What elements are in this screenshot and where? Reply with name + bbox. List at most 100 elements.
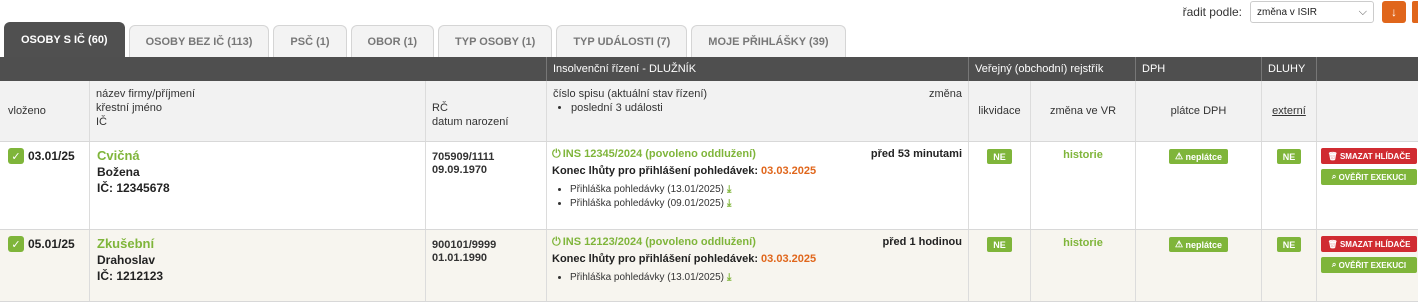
insolvency-link[interactable]: ⏻ INS 12123/2024 (povoleno oddlužení) [552,236,756,249]
col-file-l2: poslední 3 události [571,101,962,115]
insolvency-file: INS 12123/2024 (povoleno oddlužení) [562,236,756,248]
verify-execution-button[interactable]: ⌕ OVĚŘIT EXEKUCI [1321,169,1417,185]
sort-bar: řadit podle: změna v ISIR ⌵ ↓ [1183,0,1418,24]
col-file-l1: číslo spisu (aktuální stav řízení) [553,88,708,100]
debt-badge: NE [1276,149,1302,164]
change-ago: před 53 minutami [870,148,962,160]
tab-obor[interactable]: OBOR (1) [350,25,435,57]
liquidation-badge: NE [987,237,1012,252]
table-row: ✓ 03.01/25 Cvičná Božena IČ: 12345678 70… [0,142,1418,230]
company-name[interactable]: Zkušební [97,236,425,251]
tab-osoby-s-ic[interactable]: OSOBY S IČ (60) [4,22,125,57]
cell-inserted: ✓ 05.01/25 [0,230,89,301]
insolvency-link[interactable]: ⏻ INS 12345/2024 (povoleno oddlužení) [552,148,756,161]
cell-liquidation: NE [968,230,1030,301]
sort-label: řadit podle: [1182,5,1242,19]
tab-typ-osoby[interactable]: TYP OSOBY (1) [438,25,553,57]
vat-badge-label: neplátce [1185,151,1223,162]
birth-number: 900101/9999 [432,239,497,251]
claim-deadline: Konec lhůty pro přihlášení pohledávek: 0… [552,165,962,177]
debt-badge: NE [1276,237,1302,252]
warning-icon: ⚠ [1174,151,1184,161]
group-header-vat: DPH [1135,57,1261,81]
company-id: IČ: 1212123 [97,269,164,283]
event-list: Přihláška pohledávky (13.01/2025)⤓ Přihl… [552,184,962,209]
cell-debt: NE [1261,142,1316,229]
cell-debt: NE [1261,230,1316,301]
vat-badge: ⚠ neplátce [1168,149,1229,164]
cell-vr: historie [1030,142,1135,229]
sort-select[interactable]: změna v ISIR ⌵ [1250,1,1374,23]
company-name[interactable]: Cvičná [97,148,425,163]
deadline-label: Konec lhůty pro přihlášení pohledávek: [552,253,758,265]
liquidation-badge: NE [987,149,1012,164]
cell-vr: historie [1030,230,1135,301]
checkmark-icon[interactable]: ✓ [8,236,24,252]
deadline-label: Konec lhůty pro přihlášení pohledávek: [552,165,758,177]
tab-psc[interactable]: PSČ (1) [273,25,347,57]
sort-direction-button[interactable]: ↓ [1382,1,1406,23]
tab-osoby-bez-ic[interactable]: OSOBY BEZ IČ (113) [128,25,270,57]
col-rc-l1: RČ [432,102,448,114]
delete-watch-button[interactable]: 🗑 SMAZAT HLÍDAČE [1321,236,1417,252]
tab-moje-prihlasky[interactable]: MOJE PŘIHLÁŠKY (39) [691,25,846,57]
checkmark-icon[interactable]: ✓ [8,148,24,164]
history-link[interactable]: historie [1063,149,1103,229]
insolvency-file: INS 12345/2024 (povoleno oddlužení) [562,148,756,160]
vat-badge: ⚠ neplátce [1168,237,1229,252]
col-rc: RČ datum narození [425,81,546,141]
claim-deadline: Konec lhůty pro přihlášení pohledávek: 0… [552,253,962,265]
cell-inserted: ✓ 03.01/25 [0,142,89,229]
table-column-header: vloženo název firmy/příjmení křestní jmé… [0,81,1418,142]
cell-rc: 900101/9999 01.01.1990 [425,230,546,301]
cell-vat: ⚠ neplátce [1135,230,1261,301]
company-id: IČ: 12345678 [97,181,170,195]
tab-bar: OSOBY S IČ (60) OSOBY BEZ IČ (113) PSČ (… [4,22,850,57]
delete-watch-label: SMAZAT HLÍDAČE [1339,151,1411,161]
trash-icon: 🗑 [1327,239,1338,249]
search-icon: ⌕ [1331,172,1337,181]
download-icon[interactable]: ⤓ [727,198,731,209]
col-liquidation: likvidace [968,81,1030,141]
download-icon[interactable]: ⤓ [727,272,731,283]
download-icon[interactable]: ⤓ [727,184,731,195]
birth-number: 705909/1111 [432,151,495,163]
col-file: číslo spisu (aktuální stav řízení) změna… [546,81,968,141]
birth-date: 09.09.1970 [432,164,488,176]
list-item: Přihláška pohledávky (13.01/2025)⤓ [570,184,962,195]
event-label: Přihláška pohledávky (09.01/2025) [570,198,724,209]
trash-icon: 🗑 [1327,151,1338,161]
power-icon: ⏻ [552,236,561,248]
delete-watch-button[interactable]: 🗑 SMAZAT HLÍDAČE [1321,148,1417,164]
deadline-date: 03.03.2025 [761,165,817,177]
arrow-down-icon: ↓ [1391,5,1397,19]
col-external[interactable]: externí [1261,81,1316,141]
first-name: Drahoslav [97,253,156,267]
table-group-header: Insolvenční řízení - DLUŽNÍK Veřejný (ob… [0,57,1418,81]
event-label: Přihláška pohledávky (13.01/2025) [570,184,724,195]
col-change: změna [928,88,962,100]
col-external-link[interactable]: externí [1272,105,1306,117]
tab-typ-udalosti[interactable]: TYP UDÁLOSTI (7) [556,25,688,57]
col-actions [1316,81,1418,141]
deadline-date: 03.03.2025 [761,253,817,265]
table-row: ✓ 05.01/25 Zkušební Drahoslav IČ: 121212… [0,230,1418,302]
inserted-date: 03.01/25 [28,149,75,163]
group-header-insolvency: Insolvenční řízení - DLUŽNÍK [546,57,968,81]
sort-extra-button[interactable] [1412,1,1418,23]
history-link[interactable]: historie [1063,237,1103,301]
col-vat-payer: plátce DPH [1135,81,1261,141]
verify-execution-button[interactable]: ⌕ OVĚŘIT EXEKUCI [1321,257,1417,273]
event-label: Přihláška pohledávky (13.01/2025) [570,272,724,283]
sort-select-value: změna v ISIR [1257,6,1318,18]
verify-execution-label: OVĚŘIT EXEKUCI [1338,172,1407,182]
cell-insolvency: ⏻ INS 12123/2024 (povoleno oddlužení) pře… [546,230,968,301]
warning-icon: ⚠ [1174,239,1184,249]
col-name-l3: IČ [96,116,107,128]
event-list: Přihláška pohledávky (13.01/2025)⤓ [552,272,962,283]
group-header-actions [1316,57,1418,81]
cell-vat: ⚠ neplátce [1135,142,1261,229]
group-header-empty [0,57,546,81]
search-icon: ⌕ [1331,260,1337,269]
list-item: Přihláška pohledávky (13.01/2025)⤓ [570,272,962,283]
